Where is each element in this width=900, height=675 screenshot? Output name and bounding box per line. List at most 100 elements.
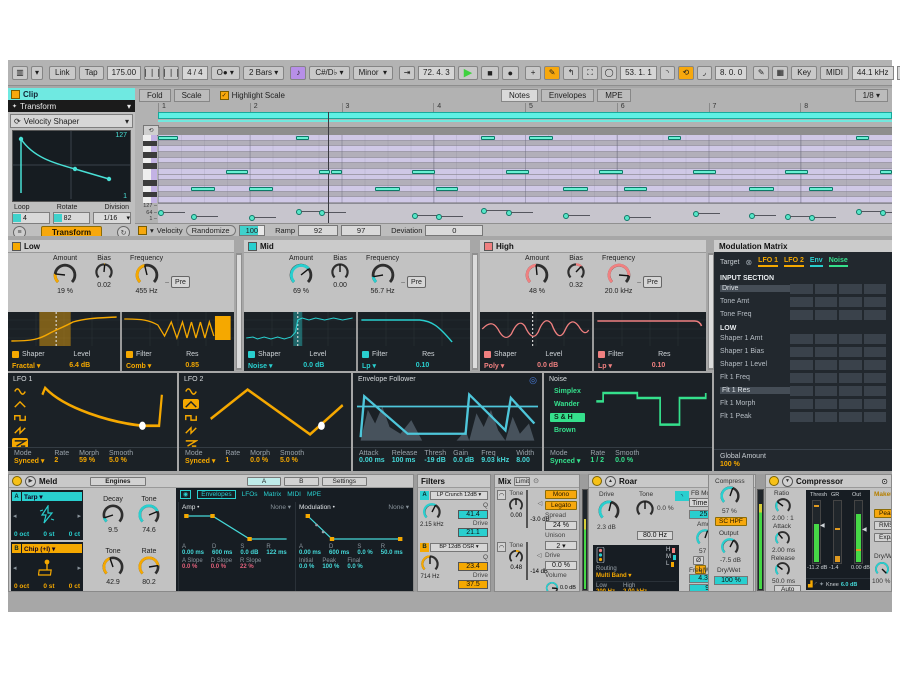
- velocity-lane-icon[interactable]: [138, 226, 147, 235]
- param-thresh[interactable]: Thresh-19 dB: [424, 450, 446, 469]
- limit-button[interactable]: Limit: [514, 477, 530, 486]
- knob-dial[interactable]: [606, 262, 632, 288]
- matrix-cell[interactable]: [839, 386, 862, 396]
- matrix-cell[interactable]: [864, 373, 887, 383]
- back-to-arrangement-icon[interactable]: ↰: [563, 66, 579, 80]
- midi-note[interactable]: [331, 170, 342, 174]
- rotate-field[interactable]: 82: [53, 212, 91, 224]
- midi-note[interactable]: [599, 170, 623, 174]
- knob-rate[interactable]: Rate80.2: [137, 548, 161, 586]
- shaper-type-menu[interactable]: Fractal ▾: [12, 362, 40, 370]
- shaper-checkbox[interactable]: [248, 351, 255, 358]
- shaper-checkbox[interactable]: [484, 351, 491, 358]
- midi-note[interactable]: [436, 187, 458, 191]
- expand-button[interactable]: Expand: [874, 533, 892, 542]
- key-map-button[interactable]: Key: [791, 66, 817, 80]
- knob-dial[interactable]: [874, 561, 890, 577]
- knob-dial[interactable]: [719, 485, 741, 507]
- waveform-icon-0[interactable]: [12, 386, 28, 396]
- shaper-graph[interactable]: ShaperLevelPoly ▾0.0 dB: [480, 312, 592, 371]
- matrix-cell[interactable]: [864, 347, 887, 357]
- scale-key-icon[interactable]: ♪: [290, 66, 306, 80]
- fold-button[interactable]: Fold: [139, 89, 171, 102]
- env-param-r-slope[interactable]: R Slope22 %: [240, 558, 261, 570]
- knob-dial[interactable]: [720, 537, 740, 557]
- filter-type-menu[interactable]: Comb ▾: [126, 362, 151, 370]
- randomize-button[interactable]: Randomize: [186, 225, 236, 236]
- tone-slope-icon[interactable]: ◝: [675, 491, 689, 501]
- env-param-d[interactable]: D600 ms: [212, 544, 232, 556]
- subtab-matrix[interactable]: Matrix: [264, 491, 282, 498]
- matrix-cell[interactable]: [790, 334, 813, 344]
- param-mode[interactable]: ModeSynced ▾: [185, 450, 215, 469]
- filter-graph[interactable]: FilterResComb ▾0.85: [122, 312, 234, 371]
- scale-name-menu[interactable]: Minor ▾: [353, 66, 393, 80]
- midi-note[interactable]: [856, 136, 869, 140]
- scrub-area[interactable]: [158, 120, 892, 122]
- midi-note[interactable]: [296, 136, 309, 140]
- midi-note[interactable]: [506, 170, 529, 174]
- matrix-source-noise[interactable]: Noise: [829, 257, 848, 267]
- filter-curve-icon[interactable]: ◠: [497, 490, 506, 500]
- matrix-cell[interactable]: [815, 334, 838, 344]
- param-mode[interactable]: ModeSynced ▾: [14, 450, 44, 469]
- record-button[interactable]: ●: [502, 66, 519, 80]
- knob-frequency[interactable]: Frequency455 Hz: [130, 255, 163, 295]
- link-button[interactable]: Link: [49, 66, 76, 80]
- env-graph[interactable]: [299, 512, 409, 544]
- matrix-cell[interactable]: [790, 297, 813, 307]
- env-graph[interactable]: [182, 512, 291, 544]
- tune-value[interactable]: 0 st: [43, 583, 54, 590]
- param-smooth[interactable]: Smooth5.0 %: [109, 450, 133, 469]
- noise-type-simplex[interactable]: Simplex: [550, 387, 585, 396]
- division-field[interactable]: 1/16▾: [93, 212, 131, 224]
- collapsed-view-icon[interactable]: ✦: [819, 581, 824, 588]
- param-attack[interactable]: Attack0.00 ms: [359, 450, 385, 469]
- level-value[interactable]: 6.4 dB: [69, 362, 90, 369]
- mix-tone-knob[interactable]: Tone0.00: [508, 490, 524, 519]
- velocity-marker[interactable]: [506, 210, 512, 216]
- velocity-marker[interactable]: [436, 214, 442, 220]
- param-rate[interactable]: Rate1: [225, 450, 240, 469]
- spread-field[interactable]: 24 %: [545, 521, 577, 530]
- matrix-row-label[interactable]: Flt 1 Morph: [720, 400, 790, 407]
- xover-low-value[interactable]: 200 Hz: [596, 589, 615, 592]
- global-amount-value[interactable]: 100 %: [720, 461, 886, 468]
- matrix-source-lfo1[interactable]: LFO 1: [758, 257, 778, 267]
- velocity-lane[interactable]: [158, 203, 892, 224]
- phase-invert-button[interactable]: Ø: [693, 556, 704, 565]
- matrix-cell[interactable]: [815, 284, 838, 294]
- overdub-plus-icon[interactable]: +: [525, 66, 541, 80]
- shaper-type-menu[interactable]: Noise ▾: [248, 362, 273, 370]
- matrix-cell[interactable]: [839, 412, 862, 422]
- knob-dial[interactable]: [635, 499, 655, 519]
- transform-tool-selector[interactable]: ✦Transform▾: [8, 100, 135, 112]
- meter-value-thresh[interactable]: -11.2 dB: [807, 565, 827, 571]
- rms-button[interactable]: RMS: [874, 521, 892, 530]
- midi-note[interactable]: [319, 170, 330, 174]
- play-button[interactable]: ▶: [458, 66, 478, 80]
- knob-dial[interactable]: [774, 497, 792, 515]
- scale-root-menu[interactable]: C#/D♭ ▾: [309, 66, 349, 80]
- meld-tab-a[interactable]: A: [247, 477, 281, 486]
- midi-note[interactable]: [749, 187, 774, 191]
- knob-dial[interactable]: [101, 503, 125, 527]
- q-field[interactable]: 41.4: [458, 510, 488, 519]
- knob-dial[interactable]: [774, 561, 791, 578]
- filter-type-menu[interactable]: LP Crunch 12dB ▾: [430, 491, 488, 500]
- shaper-graph[interactable]: ShaperLevelFractal ▾6.4 dB: [8, 312, 120, 371]
- loop-button[interactable]: ⟲: [678, 66, 694, 80]
- nudge-up-icon[interactable]: ❘❘❘: [163, 66, 179, 80]
- knob-dial[interactable]: [52, 262, 78, 288]
- knob-amount[interactable]: Amount69 %: [288, 255, 314, 295]
- matrix-cell[interactable]: [790, 412, 813, 422]
- knob-dial[interactable]: [101, 555, 125, 579]
- mix-tone-knob[interactable]: Tone0.48: [508, 542, 524, 571]
- velocity-marker[interactable]: [749, 213, 755, 219]
- param-rate[interactable]: Rate2: [54, 450, 69, 469]
- knob-amount[interactable]: Amount19 %: [52, 255, 78, 295]
- midi-note[interactable]: [375, 187, 400, 191]
- matrix-cell[interactable]: [815, 412, 838, 422]
- env-param-s[interactable]: S0.0 dB: [240, 544, 258, 556]
- ramp-to-field[interactable]: 97: [341, 225, 381, 236]
